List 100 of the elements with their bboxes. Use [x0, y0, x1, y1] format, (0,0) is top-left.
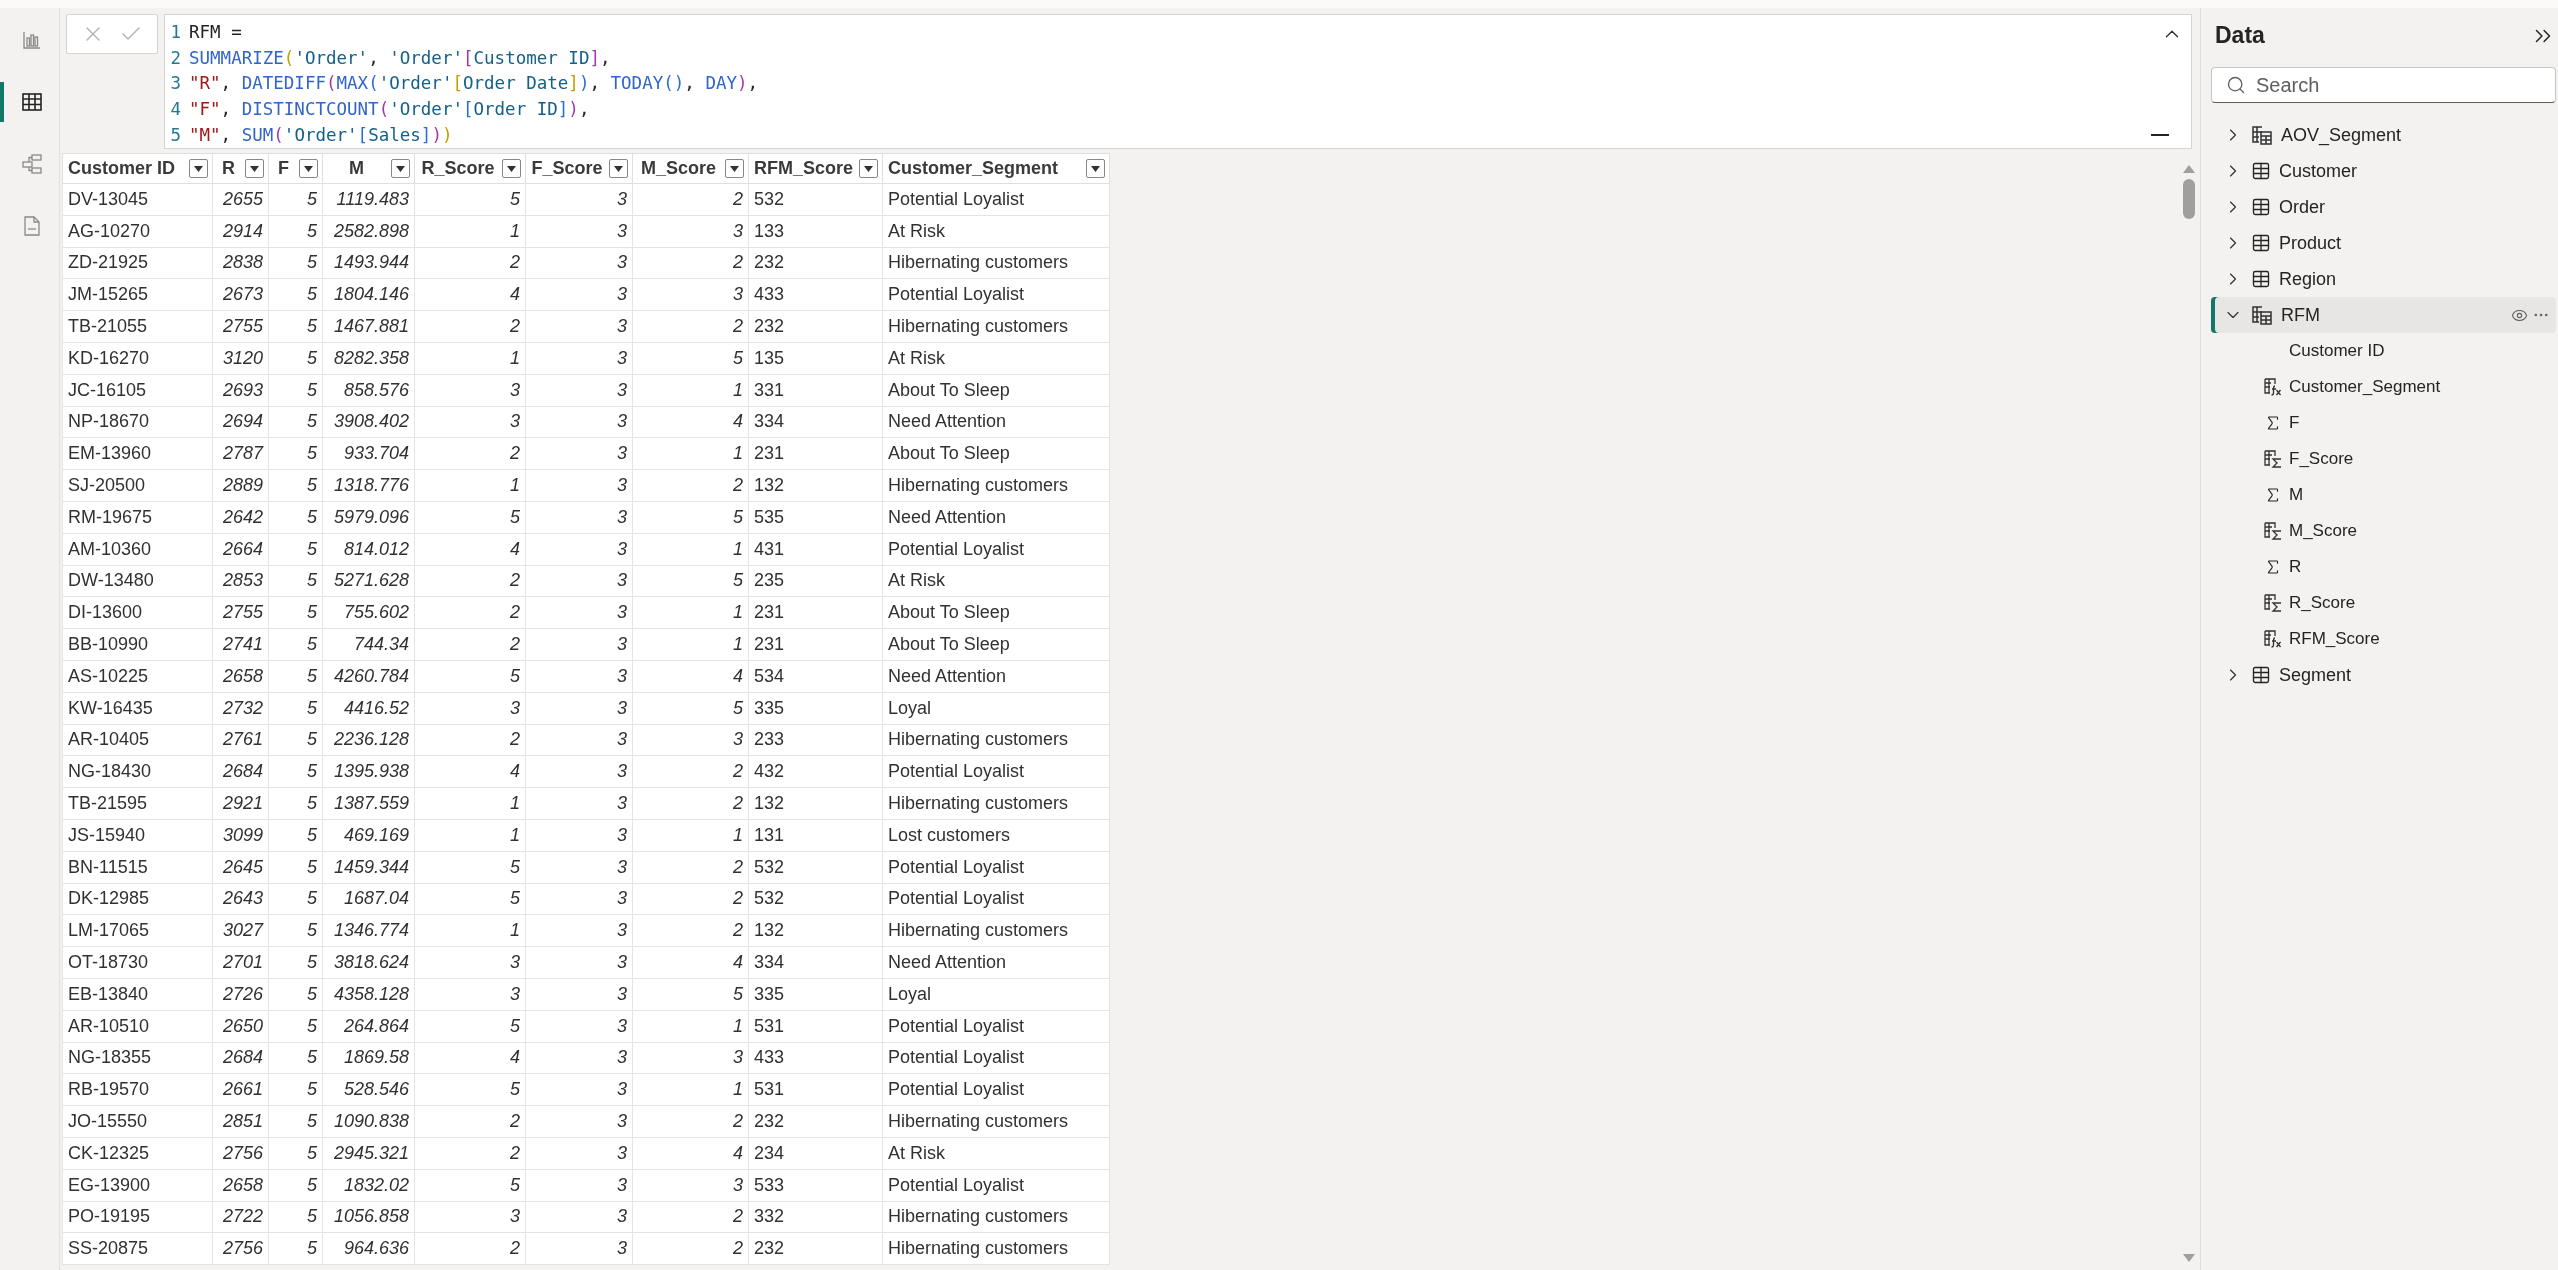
field-item[interactable]: Customer ID [2211, 333, 2558, 369]
table-cell: At Risk [882, 215, 1110, 248]
scroll-thumb[interactable] [2183, 179, 2195, 219]
table-cell: RB-19570 [62, 1073, 213, 1106]
field-item[interactable]: F [2211, 405, 2558, 441]
table-cell: 2 [414, 310, 526, 343]
table-cell: 5 [268, 406, 323, 438]
table-item[interactable]: RFM [2211, 297, 2556, 333]
table-cell: 1395.938 [322, 755, 415, 788]
table-cell: 3 [525, 1042, 633, 1074]
table-cell: 4 [414, 278, 526, 311]
table-cell: Potential Loyalist [882, 1010, 1110, 1042]
table-cell: NG-18355 [62, 1042, 213, 1074]
table-cell: 133 [748, 215, 883, 248]
table-cell: 532 [748, 183, 883, 216]
field-item[interactable]: RFM_Score [2211, 621, 2558, 657]
table-item[interactable]: Customer [2211, 153, 2556, 189]
table-name: Segment [2279, 664, 2353, 686]
filter-button[interactable] [502, 159, 521, 178]
table-cell: DK-12985 [62, 883, 213, 915]
table-item[interactable]: Product [2211, 225, 2556, 261]
table-cell: Need Attention [882, 406, 1110, 438]
table-cell: 3 [632, 215, 749, 248]
table-cell: 2 [632, 1232, 749, 1265]
table-cell: 5 [268, 692, 323, 725]
table-cell: 232 [748, 310, 883, 343]
table-item[interactable]: Region [2211, 261, 2556, 297]
table-cell: 2694 [212, 406, 269, 438]
table-cell: 233 [748, 724, 883, 756]
field-name: R_Score [2289, 593, 2356, 613]
table-cell: EG-13900 [62, 1169, 213, 1201]
field-item[interactable]: M_Score [2211, 513, 2558, 549]
table-cell: AM-10360 [62, 533, 213, 566]
filter-button[interactable] [609, 159, 628, 178]
table-cell: 2945.321 [322, 1137, 415, 1170]
table-item[interactable]: Order [2211, 189, 2556, 225]
table-item[interactable]: AOV_Segment [2211, 117, 2556, 153]
table-cell: 3 [525, 183, 633, 216]
field-item[interactable]: R [2211, 549, 2558, 585]
table-item[interactable]: Segment [2211, 657, 2556, 693]
table-cell: 3 [525, 1073, 633, 1106]
search-input[interactable]: Search [2254, 72, 2541, 98]
filter-button[interactable] [859, 159, 879, 178]
field-name: Customer ID [2289, 341, 2385, 361]
table-cell: 3 [525, 914, 633, 947]
table-cell: 5 [268, 1201, 323, 1233]
table-cell: Potential Loyalist [882, 1073, 1110, 1106]
table-cell: 135 [748, 342, 883, 375]
cursor-marker [2151, 134, 2169, 136]
table-cell: Potential Loyalist [882, 1169, 1110, 1201]
filter-button[interactable] [391, 159, 410, 178]
table-cell: 1687.04 [322, 883, 415, 915]
table-cell: 3 [525, 819, 633, 852]
table-cell: 332 [748, 1201, 883, 1233]
table-cell: 2684 [212, 1042, 269, 1074]
table-cell: 1 [632, 437, 749, 470]
table-cell: Loyal [882, 692, 1110, 725]
formula-editor[interactable]: 1 RFM = 2 SUMMARIZE('Order', 'Order'[Customer ID], 3 "R", DATEDIFF(MAX('Order'[Order Date]), TODAY(), DAY), 4 "F", DISTINCTCOUNT('Order'[Order ID]), 5 "M", SUM('Order'[Sales])) [164, 14, 2192, 149]
table-cell: 2582.898 [322, 215, 415, 248]
table-cell: 3 [525, 247, 633, 279]
model-icon [21, 153, 43, 175]
field-item[interactable]: Customer_Segment [2211, 369, 2558, 405]
search-field[interactable]: Search [2211, 67, 2556, 103]
table-cell: 2761 [212, 724, 269, 756]
field-item[interactable]: R_Score [2211, 585, 2558, 621]
table-cell: 1090.838 [322, 1105, 415, 1138]
table-cell: 3 [525, 469, 633, 502]
table-cell: 3 [525, 628, 633, 661]
table-cell: 2 [632, 310, 749, 343]
column-name: Customer_Segment [888, 158, 1060, 179]
table-cell: 1318.776 [322, 469, 415, 502]
table-cell: 2 [414, 628, 526, 661]
table-cell: At Risk [882, 342, 1110, 375]
table-cell: 2722 [212, 1201, 269, 1233]
table-cell: 3 [414, 692, 526, 725]
table-cell: Hibernating customers [882, 914, 1110, 947]
table-cell: EM-13960 [62, 437, 213, 470]
table-cell: 4416.52 [322, 692, 415, 725]
field-item[interactable]: M [2211, 477, 2558, 513]
table-cell: 3 [525, 1201, 633, 1233]
table-cell: 4260.784 [322, 660, 415, 693]
table-cell: 3 [525, 501, 633, 534]
table-cell: 3 [632, 278, 749, 311]
table-cell: 3 [525, 883, 633, 915]
filter-button[interactable] [189, 159, 208, 178]
field-name: F [2289, 413, 2300, 433]
table-cell: 744.34 [322, 628, 415, 661]
table-cell: 5 [268, 978, 323, 1011]
code-line: "R", DATEDIFF(MAX('Order'[Order Date]), TODAY(), DAY), [189, 73, 759, 94]
table-cell: Potential Loyalist [882, 278, 1110, 311]
filter-button[interactable] [245, 159, 264, 178]
table-cell: 469.169 [322, 819, 415, 852]
table-cell: 5 [268, 437, 323, 470]
filter-button[interactable] [299, 159, 318, 178]
field-item[interactable]: F_Score [2211, 441, 2558, 477]
table-cell: 4 [632, 406, 749, 438]
table-cell: About To Sleep [882, 628, 1110, 661]
table-cell: 3 [525, 406, 633, 438]
filter-button[interactable] [1086, 159, 1106, 178]
filter-button[interactable] [725, 159, 744, 178]
